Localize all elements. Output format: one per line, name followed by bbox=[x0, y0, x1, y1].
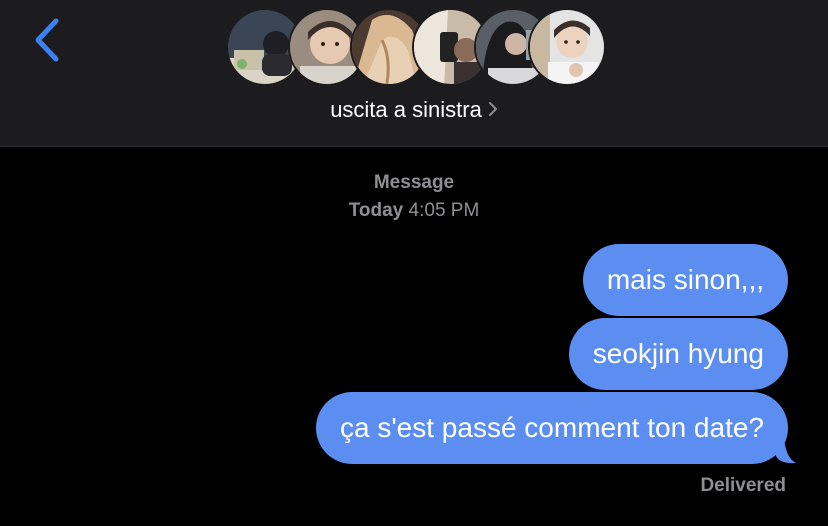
chevron-left-icon bbox=[35, 18, 59, 62]
group-name-label: uscita a sinistra bbox=[330, 97, 482, 122]
delivery-status: Delivered bbox=[700, 475, 786, 496]
conversation-header: uscita a sinistra bbox=[0, 0, 828, 147]
message-bubble[interactable]: ça s'est passé comment ton date? bbox=[315, 392, 788, 464]
back-button[interactable] bbox=[28, 16, 68, 66]
message-bubble[interactable]: seokjin hyung bbox=[568, 318, 788, 390]
group-name-button[interactable]: uscita a sinistra bbox=[0, 97, 828, 123]
timestamp-time: 4:05 PM bbox=[408, 200, 480, 221]
message-service-label: Message bbox=[373, 172, 455, 193]
chevron-right-icon bbox=[488, 97, 498, 123]
group-avatars[interactable] bbox=[226, 8, 606, 90]
message-bubble[interactable]: mais sinon,,, bbox=[582, 244, 788, 316]
message-timestamp: Today 4:05 PM bbox=[0, 200, 828, 222]
bubble-tail bbox=[774, 438, 796, 464]
timestamp-day: Today bbox=[348, 200, 404, 221]
avatar bbox=[528, 8, 606, 86]
